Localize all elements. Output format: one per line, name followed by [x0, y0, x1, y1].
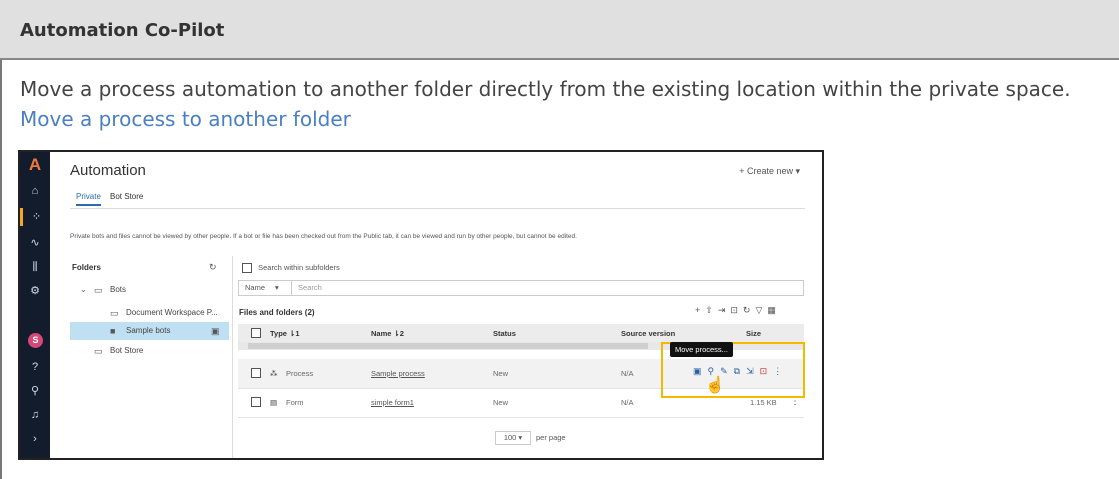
- cell-name[interactable]: simple form1: [371, 398, 414, 407]
- app-title: Automation: [70, 162, 146, 179]
- manage-icon[interactable]: ⫼: [20, 258, 50, 276]
- col-size[interactable]: Size: [746, 329, 761, 338]
- export-icon[interactable]: ⇥: [718, 305, 731, 315]
- folder-icon: ■: [110, 326, 116, 336]
- subfolders-label: Search within subfolders: [258, 263, 340, 272]
- bots-icon[interactable]: ⁘: [20, 208, 50, 226]
- chevron-down-icon[interactable]: ⌄: [80, 281, 87, 299]
- header-title: Automation Co-Pilot: [20, 20, 225, 41]
- admin-icon[interactable]: ⚙: [20, 282, 50, 300]
- home-icon[interactable]: ⌂: [20, 182, 50, 200]
- col-status[interactable]: Status: [493, 329, 516, 338]
- cell-type: Process: [286, 369, 314, 378]
- folder-label: Document Workspace P...: [126, 308, 218, 317]
- folder-label: Bot Store: [110, 346, 144, 355]
- search-divider: [291, 281, 292, 295]
- cell-type: Form: [286, 398, 304, 407]
- col-type[interactable]: Type ⇂1: [270, 329, 300, 338]
- cell-name[interactable]: Sample process: [371, 369, 425, 378]
- help-icon[interactable]: ?: [20, 358, 50, 376]
- folder-sample-bots[interactable]: ■ Sample bots ▣: [70, 322, 229, 340]
- col-name[interactable]: Name ⇂2: [371, 329, 404, 338]
- create-new-button[interactable]: + Create new ▾: [739, 166, 800, 177]
- per-page-label: per page: [536, 433, 566, 442]
- hand-cursor-icon: ☝: [705, 377, 725, 394]
- automation-screenshot: A ⌂ ⁘ ∿ ⫼ ⚙ S ? ⚲ ♫ › Automation + Creat…: [18, 150, 824, 460]
- search-field-select[interactable]: Name: [245, 281, 265, 295]
- folder-icon: ▭: [110, 308, 119, 318]
- folder-bot-store[interactable]: ▭ Bot Store: [70, 342, 229, 360]
- notification-icon[interactable]: ♫: [20, 406, 50, 424]
- refresh-icon[interactable]: ↻: [209, 262, 217, 273]
- folders-heading: Folders: [72, 263, 101, 272]
- files-toolbar: +⇧⇥⊡↻▽▦: [695, 305, 781, 316]
- row-checkbox[interactable]: [251, 397, 261, 407]
- upload-icon[interactable]: ⇧: [705, 305, 718, 315]
- scrollbar-thumb[interactable]: [248, 343, 648, 349]
- subfolders-checkbox[interactable]: [242, 263, 252, 274]
- refresh-icon[interactable]: ↻: [743, 305, 756, 315]
- left-nav: A ⌂ ⁘ ∿ ⫼ ⚙ S ? ⚲ ♫ ›: [20, 152, 50, 458]
- logo-icon: A: [28, 155, 42, 174]
- folder-open-icon: ▭: [94, 285, 103, 295]
- folder-bots[interactable]: ⌄ ▭ Bots: [70, 281, 229, 299]
- chevron-down-icon[interactable]: ▾: [275, 281, 279, 295]
- activity-icon[interactable]: ∿: [20, 234, 50, 252]
- filter-icon[interactable]: ▽: [755, 305, 767, 315]
- header-bar: Automation Co-Pilot: [0, 0, 1119, 60]
- page-size-select[interactable]: 100 ▾: [495, 431, 531, 445]
- cell-status: New: [493, 369, 509, 378]
- cell-source-version: N/A: [621, 398, 634, 407]
- select-all-checkbox[interactable]: [251, 328, 261, 338]
- folder-document-workspace[interactable]: ▭ Document Workspace P...: [70, 304, 229, 322]
- pilot-icon[interactable]: ⚲: [20, 382, 50, 400]
- search-input[interactable]: Search: [298, 281, 322, 295]
- col-source-version[interactable]: Source version: [621, 329, 675, 338]
- files-heading: Files and folders (2): [239, 308, 315, 317]
- user-avatar[interactable]: S: [28, 333, 43, 348]
- search-bar[interactable]: Name ▾ Search: [238, 280, 804, 296]
- tab-private[interactable]: Private: [76, 192, 101, 206]
- columns-icon[interactable]: ▦: [767, 305, 781, 315]
- form-icon: ▤: [270, 398, 278, 407]
- tab-bot-store[interactable]: Bot Store: [110, 192, 143, 201]
- folder-icon: ▭: [94, 346, 103, 356]
- folder-label: Bots: [110, 285, 127, 294]
- tab-bar: Private Bot Store: [70, 188, 805, 209]
- cell-status: New: [493, 398, 509, 407]
- process-icon: ⁂: [270, 369, 278, 378]
- add-icon[interactable]: +: [695, 305, 705, 315]
- cell-size: 1.15 KB: [750, 398, 777, 407]
- table-header: Type ⇂1 Name ⇂2 Status Source version Si…: [238, 324, 804, 342]
- move-process-tooltip: Move process...: [670, 342, 733, 357]
- search-subfolders[interactable]: Search within subfolders: [242, 263, 340, 274]
- panel-divider: [232, 256, 233, 458]
- move-folder-icon[interactable]: ▣: [211, 322, 220, 340]
- expand-icon[interactable]: ›: [20, 430, 50, 448]
- delete-icon[interactable]: ⊡: [730, 305, 743, 315]
- folder-label: Sample bots: [126, 326, 171, 335]
- intro-sentence: Move a process automation to another fol…: [20, 77, 1071, 101]
- cell-source-version: N/A: [621, 369, 634, 378]
- row-checkbox[interactable]: [251, 368, 261, 378]
- intro-link[interactable]: Move a process to another folder: [20, 107, 351, 131]
- intro-text: Move a process automation to another fol…: [20, 74, 1105, 134]
- private-notice: Private bots and files cannot be viewed …: [70, 233, 577, 240]
